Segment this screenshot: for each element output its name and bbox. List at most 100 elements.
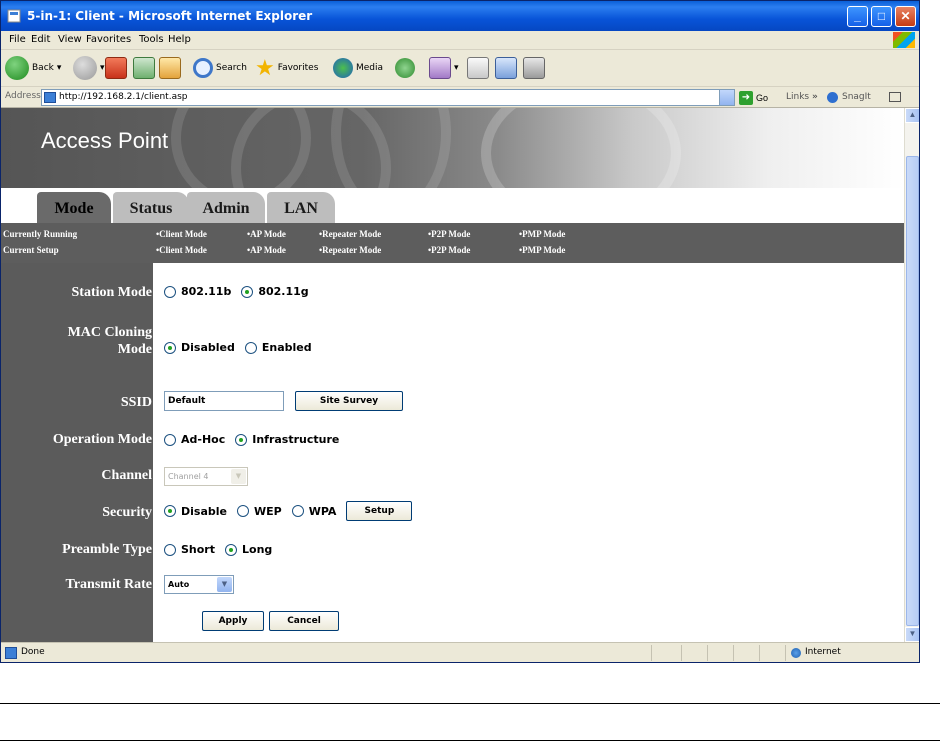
- site-survey-button[interactable]: Site Survey: [295, 391, 403, 411]
- maximize-button[interactable]: □: [871, 6, 892, 27]
- print-button[interactable]: [467, 55, 489, 81]
- mac-cloning-radio-disabled[interactable]: [164, 341, 176, 354]
- zone-label: Internet: [805, 647, 841, 657]
- history-icon: [395, 58, 415, 78]
- internet-zone-icon: [791, 648, 801, 658]
- mail-button[interactable]: ▾: [429, 55, 459, 81]
- mail-icon: [429, 57, 451, 79]
- channel-label: Channel: [101, 468, 152, 483]
- scroll-thumb[interactable]: [906, 156, 919, 626]
- links-chevron-icon[interactable]: »: [812, 92, 818, 102]
- security-radio-disable[interactable]: [164, 505, 176, 517]
- edit-button[interactable]: [495, 55, 517, 81]
- station-mode-radio-g[interactable]: [241, 285, 254, 298]
- chevron-down-icon: ▼: [217, 577, 232, 592]
- cancel-button[interactable]: Cancel: [269, 611, 339, 631]
- links-button[interactable]: Links: [786, 92, 809, 102]
- running-pmp-mode: •PMP Mode: [519, 229, 566, 239]
- ssid-input[interactable]: Default: [164, 391, 284, 411]
- stop-icon: [105, 57, 127, 79]
- menu-favorites[interactable]: Favorites: [86, 34, 131, 45]
- apply-button[interactable]: Apply: [202, 611, 264, 631]
- go-arrow-icon: ➜: [739, 90, 753, 105]
- setup-repeater-mode[interactable]: •Repeater Mode: [319, 245, 381, 255]
- operation-mode-radio-adhoc[interactable]: [164, 433, 176, 446]
- mode-status-bar: Currently Running •Client Mode •AP Mode …: [1, 223, 904, 263]
- operation-mode-group: Ad-Hoc Infrastructure: [164, 433, 349, 446]
- page-done-icon: [5, 647, 17, 659]
- currently-running-label: Currently Running: [3, 229, 78, 239]
- status-text: Done: [21, 647, 45, 657]
- preamble-radio-long[interactable]: [225, 543, 237, 556]
- transmit-rate-select[interactable]: Auto ▼: [164, 575, 234, 594]
- page-viewport: Access Point Mode Status Admin LAN Curre…: [1, 108, 904, 642]
- home-icon: [159, 57, 181, 79]
- menu-file[interactable]: File: [9, 34, 26, 45]
- vertical-scrollbar[interactable]: ▲ ▼: [904, 108, 919, 642]
- refresh-button[interactable]: [133, 55, 155, 81]
- forward-arrow-icon: [73, 56, 97, 80]
- running-ap-mode: •AP Mode: [247, 229, 286, 239]
- history-button[interactable]: [395, 55, 415, 81]
- setup-ap-mode[interactable]: •AP Mode: [247, 245, 286, 255]
- transmit-rate-label: Transmit Rate: [65, 577, 152, 592]
- tab-mode[interactable]: Mode: [37, 192, 111, 223]
- favorites-star-icon: ★: [255, 55, 275, 80]
- close-button[interactable]: ✕: [895, 6, 916, 27]
- security-radio-wep[interactable]: [236, 505, 249, 517]
- divider-line-top: [0, 703, 940, 704]
- header-banner: Access Point: [1, 108, 904, 188]
- address-input[interactable]: http://192.168.2.1/client.asp: [41, 89, 735, 106]
- snagit-button[interactable]: SnagIt: [842, 92, 871, 102]
- channel-select[interactable]: Channel 4 ▼: [164, 467, 248, 486]
- tab-admin[interactable]: Admin: [187, 192, 265, 223]
- stop-button[interactable]: [105, 55, 127, 81]
- menu-edit[interactable]: Edit: [31, 34, 50, 45]
- go-button[interactable]: ➜ Go: [739, 89, 768, 106]
- station-mode-group: 802.11b 802.11g: [164, 285, 319, 298]
- scroll-up-icon[interactable]: ▲: [905, 108, 919, 123]
- chevron-down-icon: ▼: [231, 469, 246, 484]
- menu-bar: File Edit View Favorites Tools Help: [1, 31, 919, 50]
- mac-cloning-radio-enabled[interactable]: [244, 341, 257, 354]
- windows-logo-icon: [893, 32, 915, 48]
- tab-lan[interactable]: LAN: [267, 192, 335, 223]
- scroll-down-icon[interactable]: ▼: [905, 627, 919, 642]
- operation-mode-radio-infrastructure[interactable]: [235, 433, 248, 446]
- tab-status[interactable]: Status: [113, 192, 189, 223]
- channel-group: Channel 4 ▼: [164, 467, 248, 486]
- security-label: Security: [102, 505, 152, 520]
- preamble-radio-short[interactable]: [164, 543, 176, 556]
- station-mode-radio-b[interactable]: [164, 285, 176, 298]
- media-button[interactable]: Media: [333, 55, 383, 81]
- security-group: Disable WEP WPA Setup: [164, 501, 413, 521]
- messenger-button[interactable]: [523, 55, 545, 81]
- running-repeater-mode: •Repeater Mode: [319, 229, 382, 239]
- back-button[interactable]: Back ▾: [5, 55, 61, 81]
- preamble-group: Short Long: [164, 543, 282, 556]
- menu-help[interactable]: Help: [168, 34, 191, 45]
- currently-running-row: Currently Running •Client Mode •AP Mode …: [1, 229, 904, 243]
- forward-button[interactable]: ▾: [73, 55, 105, 81]
- address-dropdown-icon[interactable]: [719, 90, 734, 105]
- menu-tools[interactable]: Tools: [139, 34, 164, 45]
- minimize-button[interactable]: _: [847, 6, 868, 27]
- menu-view[interactable]: View: [58, 34, 82, 45]
- ssid-label: SSID: [120, 395, 152, 410]
- station-mode-label: Station Mode: [71, 285, 153, 300]
- setup-p2p-mode[interactable]: •P2P Mode: [428, 245, 470, 255]
- favorites-button[interactable]: ★ Favorites: [255, 55, 318, 81]
- search-button[interactable]: Search: [193, 55, 247, 81]
- snagit-window-icon[interactable]: [889, 92, 901, 102]
- setup-client-mode[interactable]: •Client Mode: [156, 245, 207, 255]
- form-actions: Apply Cancel: [202, 611, 339, 631]
- preamble-type-label: Preamble Type: [62, 542, 152, 557]
- operation-mode-label: Operation Mode: [52, 432, 152, 447]
- home-button[interactable]: [159, 55, 181, 81]
- setup-pmp-mode[interactable]: •PMP Mode: [519, 245, 565, 255]
- ie-window: 5-in-1: Client - Microsoft Internet Expl…: [0, 0, 920, 663]
- back-arrow-icon: [5, 56, 29, 80]
- security-setup-button[interactable]: Setup: [346, 501, 413, 521]
- security-radio-wpa[interactable]: [291, 505, 304, 517]
- ssid-group: Default Site Survey: [164, 391, 403, 411]
